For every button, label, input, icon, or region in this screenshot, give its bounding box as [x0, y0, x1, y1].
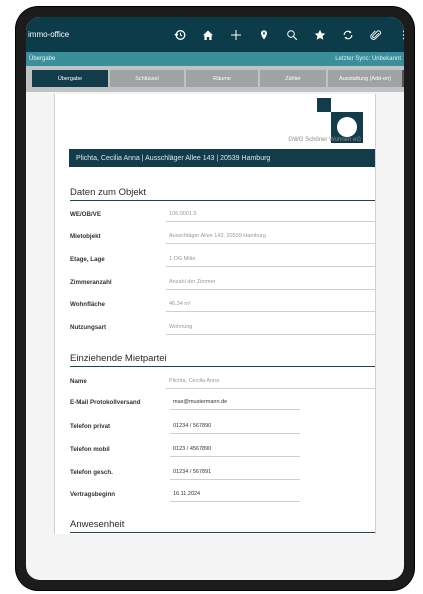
- toolbar: [166, 17, 404, 52]
- field-label: Telefon mobil: [70, 446, 110, 453]
- section-title-objekt: Daten zum Objekt: [70, 187, 147, 198]
- tab-schluessel[interactable]: Schlüssel: [110, 70, 184, 87]
- section-title-mietpartei: Einziehende Mietpartei: [70, 353, 167, 364]
- app-bar: immo-office: [26, 17, 404, 52]
- form-row: Nutzungsart Wohnung: [70, 322, 375, 344]
- star-icon[interactable]: [306, 17, 334, 52]
- field-label: Name: [70, 378, 87, 385]
- field-underline: [170, 409, 300, 410]
- form-row: WE/OB/VE 106.0001.5: [70, 209, 375, 231]
- form-row: E-Mail Protokollversand max@mustermann.d…: [70, 397, 375, 419]
- handover-document: GWG Schöner Wohnen eG Plichta, Cecilia A…: [54, 94, 376, 534]
- field-underline: [166, 311, 375, 312]
- phone-mobile-field[interactable]: 0123 / 4567890: [173, 446, 211, 452]
- field-label: Telefon gesch.: [70, 469, 113, 476]
- form-row: Name Plichta, Cecilia Anna: [70, 376, 375, 398]
- field-label: Vertragsbeginn: [70, 491, 116, 498]
- field-underline: [170, 501, 300, 502]
- section-divider: [70, 366, 375, 367]
- field-underline: [166, 221, 375, 222]
- field-label: Nutzungsart: [70, 324, 107, 331]
- field-underline: [166, 334, 375, 335]
- phone-private-field[interactable]: 01234 / 567890: [173, 423, 211, 429]
- screen: immo-office Übergabe Letzter Sync: Unbek…: [26, 17, 404, 580]
- breadcrumb: Übergabe: [29, 56, 56, 62]
- form-row: Mietobjekt Ausschläger Allee 143, 20539 …: [70, 231, 375, 253]
- form-row: Telefon privat 01234 / 567890: [70, 421, 375, 443]
- field-underline: [166, 266, 375, 267]
- history-icon[interactable]: [166, 17, 194, 52]
- field-label: WE/OB/VE: [70, 211, 101, 218]
- form-row: Wohnfläche 46,34 m²: [70, 299, 375, 321]
- field-value-etage[interactable]: 1.OG Mitte: [169, 256, 196, 262]
- field-value-nutzungsart[interactable]: Wohnung: [169, 324, 192, 330]
- email-field[interactable]: max@mustermann.de: [173, 399, 227, 405]
- section-divider: [70, 200, 375, 201]
- field-label: Wohnfläche: [70, 301, 105, 308]
- tenant-banner: Plichta, Cecilia Anna | Ausschläger Alle…: [69, 149, 375, 167]
- form-row: Zimmeranzahl Anzahl der Zimmer: [70, 277, 375, 299]
- field-label: Zimmeranzahl: [70, 279, 112, 286]
- app-title: immo-office: [28, 30, 70, 39]
- field-underline: [166, 243, 375, 244]
- field-underline: [166, 289, 375, 290]
- tab-raeume[interactable]: Räume: [186, 70, 258, 87]
- field-underline: [170, 479, 300, 480]
- form-row: Telefon gesch. 01234 / 567891: [70, 467, 375, 489]
- form-row: Vertragsbeginn 16.11.2024: [70, 489, 375, 511]
- form-row: Etage, Lage 1.OG Mitte: [70, 254, 375, 276]
- field-value-name[interactable]: Plichta, Cecilia Anna: [169, 378, 219, 384]
- tab-ausstattung[interactable]: Ausstattung (Add-on): [328, 70, 402, 87]
- status-bar: Übergabe Letzter Sync: Unbekannt: [26, 52, 404, 66]
- location-pin-icon[interactable]: [250, 17, 278, 52]
- field-value-wohnflaeche[interactable]: 46,34 m²: [169, 301, 191, 307]
- attachment-icon[interactable]: [362, 17, 390, 52]
- field-value-we-ob-ve[interactable]: 106.0001.5: [169, 211, 197, 217]
- field-label: Etage, Lage: [70, 256, 105, 263]
- field-label: E-Mail Protokollversand: [70, 399, 141, 406]
- phone-business-field[interactable]: 01234 / 567891: [173, 469, 211, 475]
- field-underline: [166, 388, 375, 389]
- field-underline: [170, 433, 300, 434]
- form-row: Telefon mobil 0123 / 4567890: [70, 444, 375, 466]
- scrollbar[interactable]: [402, 70, 404, 87]
- tab-zaehler[interactable]: Zähler: [260, 70, 326, 87]
- field-value-mietobjekt[interactable]: Ausschläger Allee 143, 20539 Hamburg: [169, 233, 266, 239]
- search-icon[interactable]: [278, 17, 306, 52]
- more-vertical-icon[interactable]: [390, 17, 404, 52]
- field-value-zimmeranzahl[interactable]: Anzahl der Zimmer: [169, 279, 215, 285]
- sync-icon[interactable]: [334, 17, 362, 52]
- sync-status: Letzter Sync: Unbekannt: [335, 56, 401, 62]
- company-name: GWG Schöner Wohnen eG: [288, 137, 361, 143]
- field-label: Mietobjekt: [70, 233, 101, 240]
- tablet-frame: immo-office Übergabe Letzter Sync: Unbek…: [16, 7, 414, 590]
- section-title-anwesenheit: Anwesenheit: [70, 519, 125, 530]
- home-icon[interactable]: [194, 17, 222, 52]
- field-label: Telefon privat: [70, 423, 111, 430]
- tab-bar: Übergabe Schlüssel Räume Zähler Ausstatt…: [26, 66, 404, 92]
- contract-start-field[interactable]: 16.11.2024: [173, 491, 200, 497]
- section-divider: [70, 532, 375, 533]
- field-underline: [170, 456, 300, 457]
- plus-icon[interactable]: [222, 17, 250, 52]
- tab-uebergabe[interactable]: Übergabe: [32, 70, 108, 87]
